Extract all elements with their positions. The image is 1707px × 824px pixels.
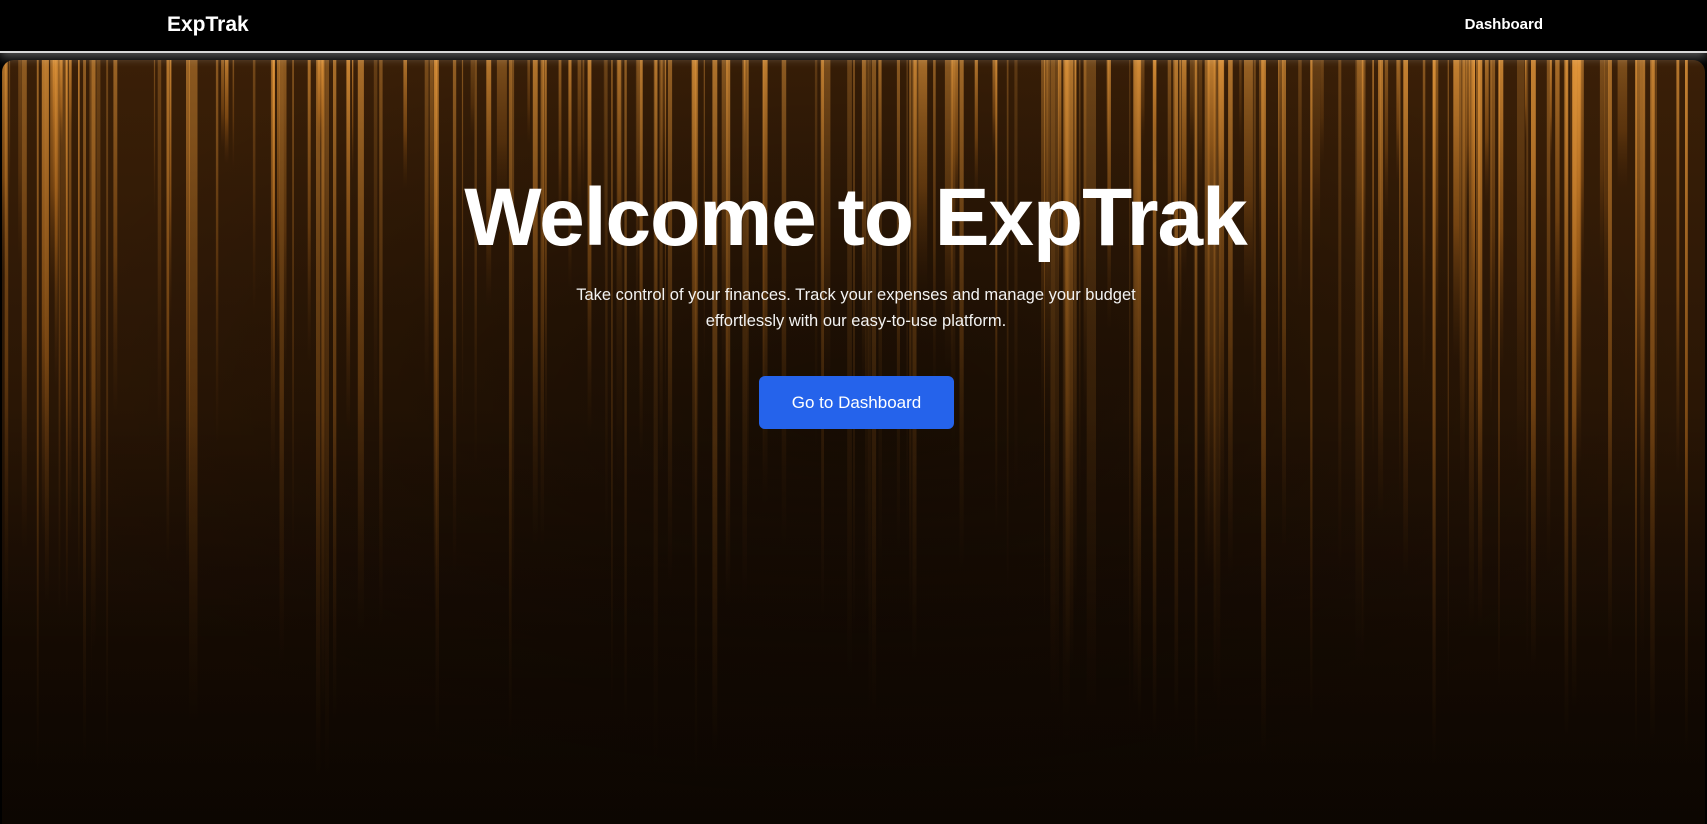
light-streak	[653, 60, 658, 767]
light-streak	[221, 60, 224, 149]
light-streak	[1460, 60, 1465, 490]
light-streak	[1338, 60, 1342, 578]
light-streak	[83, 60, 86, 762]
light-streak	[909, 60, 912, 624]
top-navbar: ExpTrak Dashboard	[0, 0, 1707, 53]
light-streak	[44, 60, 49, 604]
light-streak	[1676, 60, 1680, 475]
light-streak	[89, 60, 92, 485]
light-streak	[1526, 60, 1529, 666]
light-streak	[316, 60, 321, 778]
light-streak	[379, 60, 383, 627]
light-streak	[1655, 60, 1657, 543]
light-streak	[352, 60, 354, 179]
light-streak	[510, 60, 515, 603]
hero-title: Welcome to ExpTrak	[464, 172, 1248, 263]
light-streak	[1525, 60, 1527, 142]
light-streak	[1563, 60, 1568, 674]
light-streak	[1546, 60, 1551, 571]
go-to-dashboard-button[interactable]: Go to Dashboard	[759, 376, 954, 429]
light-streak	[1174, 60, 1179, 724]
light-streak	[821, 60, 824, 619]
light-streak	[1239, 60, 1242, 150]
light-streak	[865, 60, 869, 621]
light-streak	[270, 60, 275, 478]
light-streak	[1228, 60, 1233, 577]
light-streak	[1129, 60, 1131, 733]
light-streak	[532, 60, 538, 545]
light-streak	[1685, 60, 1688, 753]
light-streak	[189, 60, 198, 721]
light-streak	[1282, 60, 1286, 550]
light-streak	[4, 60, 9, 615]
light-streak	[434, 60, 437, 616]
light-streak	[659, 60, 663, 472]
light-streak	[1517, 60, 1525, 474]
light-streak	[232, 60, 235, 169]
light-streak	[41, 60, 46, 542]
light-streak	[1636, 60, 1641, 469]
light-streak	[1055, 60, 1059, 710]
light-streak	[1498, 60, 1500, 689]
light-streak	[1217, 60, 1221, 713]
light-streak	[52, 60, 55, 160]
light-streak	[1617, 60, 1628, 190]
light-streak	[333, 60, 337, 719]
light-streak	[474, 60, 477, 470]
light-streak	[1396, 60, 1400, 183]
light-streak	[78, 60, 80, 588]
light-streak	[321, 60, 325, 716]
light-streak	[452, 60, 457, 574]
nav-link-dashboard[interactable]: Dashboard	[1465, 16, 1543, 33]
light-streak	[403, 60, 407, 189]
light-streak	[1475, 60, 1481, 500]
light-streak	[1608, 60, 1612, 664]
light-streak	[1189, 60, 1195, 152]
light-streak	[1194, 60, 1198, 758]
light-streak	[1372, 60, 1374, 461]
light-streak	[1635, 60, 1637, 750]
light-streak	[69, 60, 72, 142]
light-streak	[712, 60, 718, 753]
light-streak	[1378, 60, 1384, 520]
light-streak	[1086, 60, 1096, 716]
light-streak	[106, 60, 109, 764]
light-streak	[317, 60, 324, 155]
light-streak	[611, 60, 613, 705]
light-streak	[1139, 60, 1145, 146]
light-streak	[853, 60, 855, 634]
light-streak	[847, 60, 852, 681]
light-streak	[470, 60, 475, 141]
light-streak	[616, 60, 623, 499]
light-streak	[1320, 60, 1324, 165]
light-streak	[1447, 60, 1449, 698]
light-streak	[65, 60, 68, 616]
brand-logo-text[interactable]: ExpTrak	[167, 13, 249, 37]
light-streak	[1650, 60, 1655, 745]
light-streak	[36, 60, 39, 771]
light-streak	[1153, 60, 1157, 167]
hero-section: Welcome to ExpTrak Take control of your …	[2, 60, 1705, 824]
light-streak	[166, 60, 170, 564]
light-streak	[279, 60, 284, 663]
light-streak	[292, 60, 294, 554]
hero-subtitle: Take control of your finances. Track you…	[576, 286, 1136, 330]
light-streak	[91, 60, 96, 647]
light-streak	[21, 60, 27, 552]
light-streak	[1399, 60, 1401, 506]
light-streak	[96, 60, 101, 588]
light-streak	[1403, 60, 1408, 576]
light-streak	[1050, 60, 1056, 705]
light-streak	[1531, 60, 1536, 673]
light-streak	[224, 60, 229, 164]
light-streak	[357, 60, 364, 633]
light-streak	[1014, 60, 1018, 502]
light-streak	[1261, 60, 1266, 755]
light-streak	[325, 60, 329, 775]
light-streak	[527, 60, 530, 145]
light-streak	[624, 60, 627, 732]
